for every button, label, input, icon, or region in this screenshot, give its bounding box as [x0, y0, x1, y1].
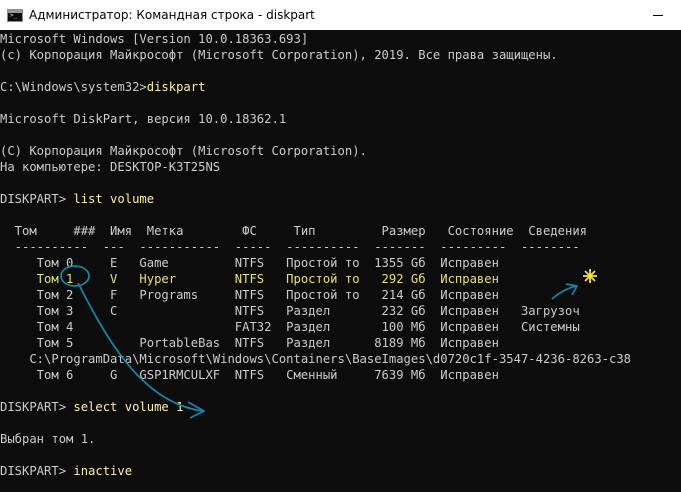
command-input: inactive [73, 464, 133, 478]
console-line: Microsoft Windows [Version 10.0.18363.69… [0, 32, 309, 46]
prompt: C:\Windows\system32> [0, 80, 147, 94]
console-line: Выбран том 1. [0, 432, 96, 446]
table-row: Том 0 E Game NTFS Простой то 1355 Gб Исп… [0, 256, 499, 270]
command-input: select volume 1 [73, 400, 184, 414]
table-row-path: C:\ProgramData\Microsoft\Windows\Contain… [0, 352, 632, 366]
minimize-button[interactable] [635, 0, 681, 30]
console-output[interactable]: Microsoft Windows [Version 10.0.18363.69… [0, 31, 681, 479]
title-bar[interactable]: Администратор: Командная строка - diskpa… [0, 0, 681, 30]
table-row: Том 5 PortableBas NTFS Раздел 8189 Мб Ис… [0, 336, 499, 350]
prompt: DISKPART> [0, 464, 74, 478]
prompt-line: DISKPART> list volume [0, 191, 681, 207]
prompt-line: DISKPART> select volume 1 [0, 399, 681, 415]
console-line: (C) Корпорация Майкрософт (Microsoft Cor… [0, 144, 367, 158]
command-prompt-icon [7, 8, 23, 22]
minimize-icon [653, 14, 663, 16]
command-input: list volume [73, 192, 155, 206]
window-title: Администратор: Командная строка - diskpa… [29, 8, 315, 22]
command-input: diskpart [146, 80, 206, 94]
console-line: (c) Корпорация Майкрософт (Microsoft Cor… [0, 48, 558, 62]
table-header: Том ### Имя Метка ФС Тип Размер Состояни… [0, 224, 587, 238]
console-line: Microsoft DiskPart, версия 10.0.18362.1 [0, 112, 287, 126]
prompt: DISKPART> [0, 192, 74, 206]
table-row: Том 3 C NTFS Раздел 232 Gб Исправен Загр… [0, 304, 580, 318]
prompt-line: C:\Windows\system32>diskpart [0, 79, 681, 95]
table-separator: ---------- --- ----------- ----- -------… [0, 240, 580, 254]
table-row: Том 2 F Programs NTFS Простой то 214 Gб … [0, 288, 499, 302]
console-line: На компьютере: DESKTOP-K3T25NS [0, 160, 221, 174]
table-row: Том 4 FAT32 Раздел 100 Мб Исправен Систе… [0, 320, 580, 334]
table-row: Том 6 G GSP1RMCULXF NTFS Сменный 7639 Мб… [0, 368, 499, 382]
prompt: DISKPART> [0, 400, 74, 414]
table-row-selected: Том 1 V Hyper NTFS Простой то 292 Gб Исп… [0, 272, 499, 286]
console-window: Администратор: Командная строка - diskpa… [0, 0, 681, 492]
prompt-line: DISKPART> inactive [0, 463, 681, 479]
